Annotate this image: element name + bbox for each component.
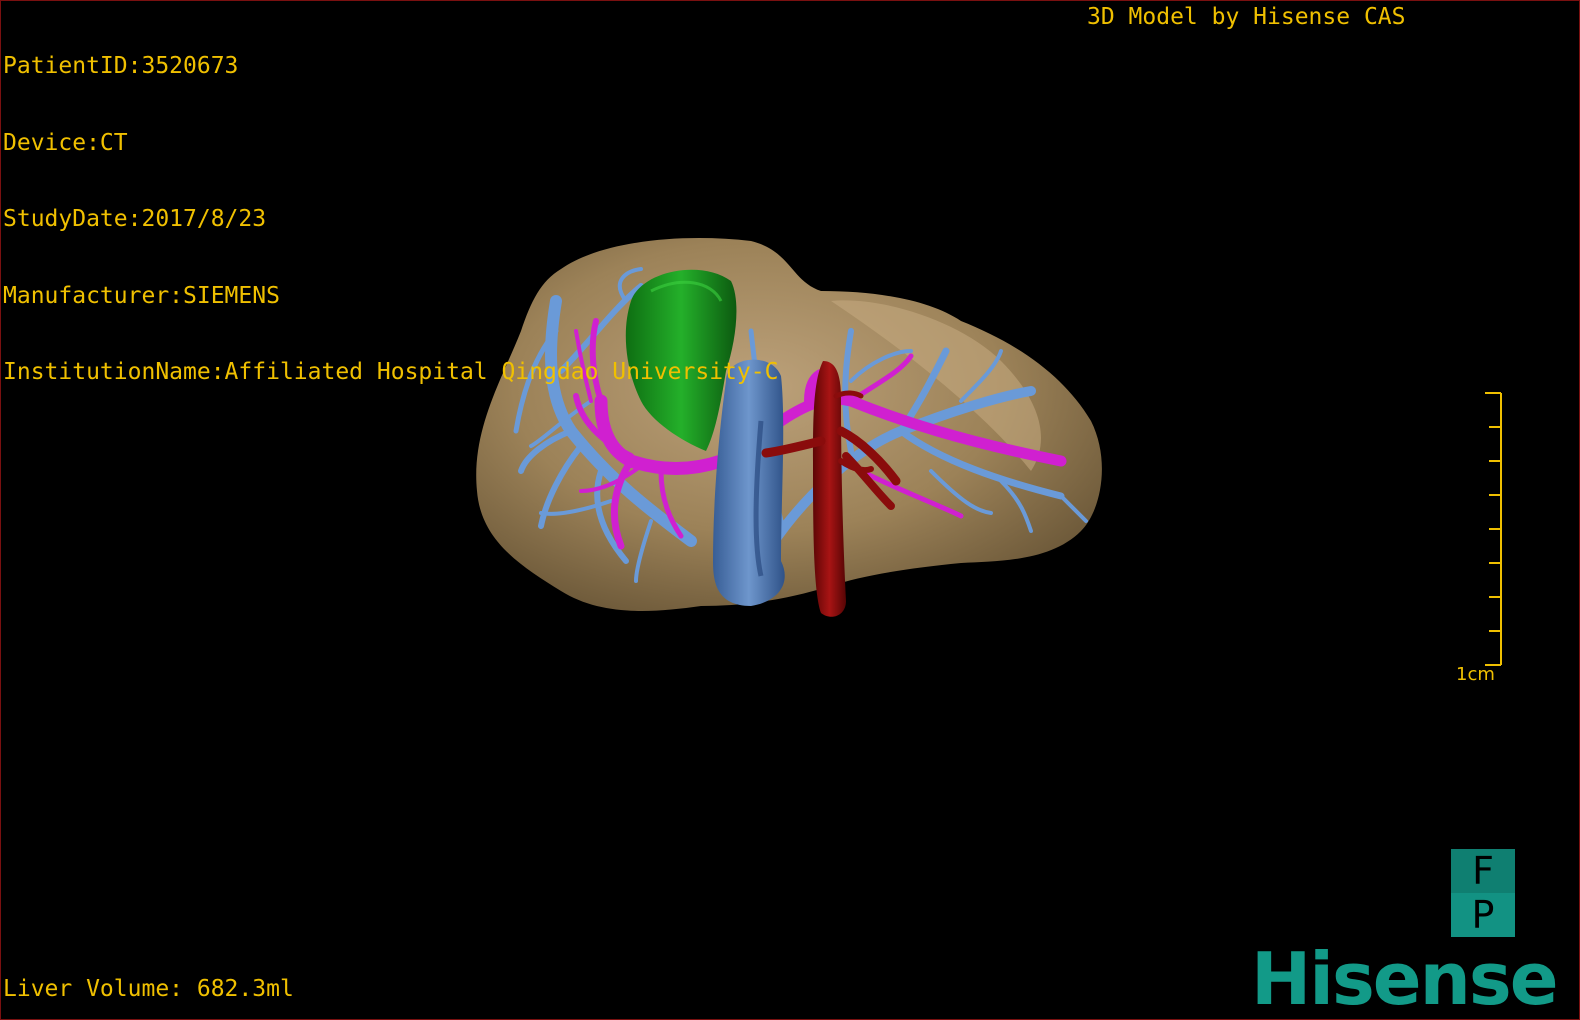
manufacturer: Manufacturer:SIEMENS (3, 282, 280, 309)
model-credit: 3D Model by Hisense CAS (1087, 4, 1406, 30)
scale-bar (1485, 392, 1502, 666)
institution-name: InstitutionName:Affiliated Hospital Qing… (3, 359, 779, 385)
device: Device:CT (3, 129, 128, 156)
dicom-info-overlay: PatientID:3520673 Device:CT StudyDate:20… (3, 3, 778, 437)
orientation-cube-icon[interactable]: F P (1451, 849, 1515, 937)
scale-bar-label: 1cm (1456, 664, 1495, 685)
orientation-front-label: F (1451, 849, 1515, 893)
hisense-logo: Hisense (1251, 937, 1559, 1020)
patient-id: PatientID:3520673 (3, 53, 239, 79)
orientation-posterior-label: P (1451, 893, 1515, 937)
liver-volume: Liver Volume: 682.3ml (3, 976, 294, 1002)
study-date: StudyDate:2017/8/23 (3, 206, 267, 232)
3d-viewport[interactable]: PatientID:3520673 Device:CT StudyDate:20… (0, 0, 1580, 1020)
